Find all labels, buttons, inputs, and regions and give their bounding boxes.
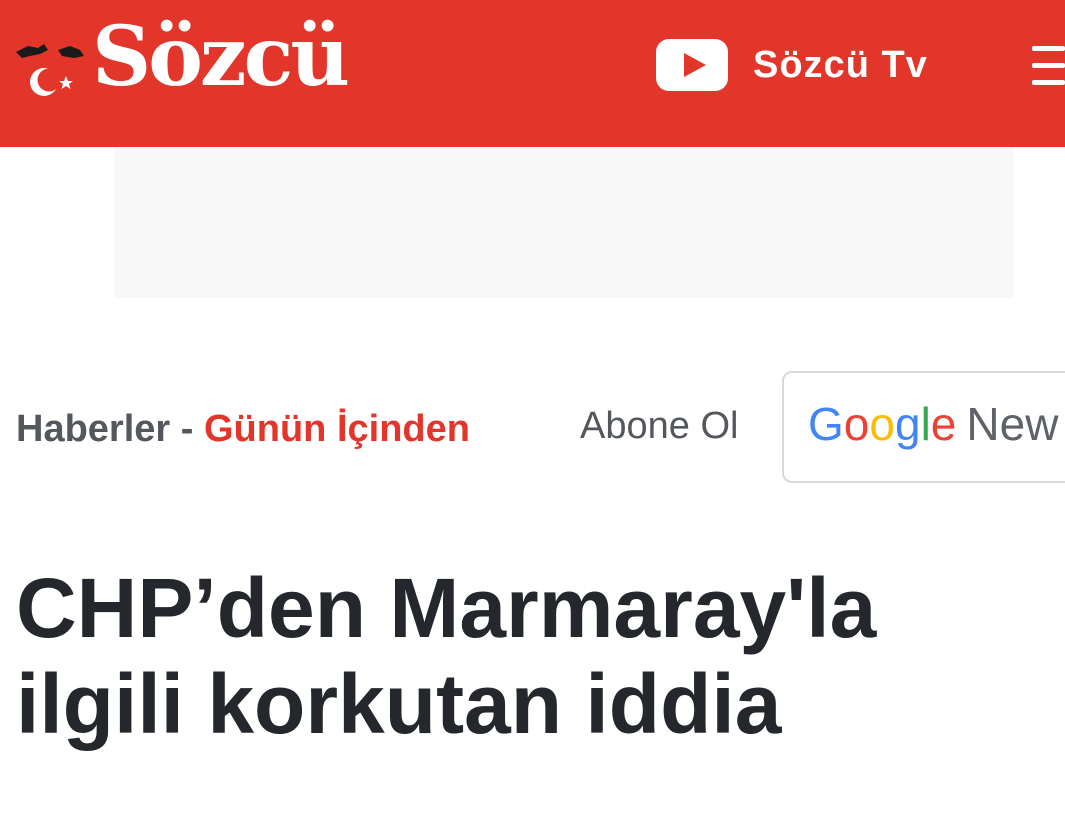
ad-placeholder	[114, 148, 1014, 298]
google-letter-e: e	[930, 398, 957, 450]
google-news-word: New	[966, 398, 1059, 450]
google-letter-l: l	[920, 398, 931, 450]
breadcrumb-section-link[interactable]: Günün İçinden	[204, 408, 470, 450]
youtube-play-icon	[656, 39, 728, 91]
google-letter-o1: o	[843, 398, 870, 450]
google-news-logo: Google New	[808, 401, 1058, 447]
sozcu-tv-link[interactable]: Sözcü Tv	[656, 38, 928, 92]
breadcrumb: Haberler - Günün İçinden	[16, 408, 470, 451]
subscribe-label: Abone Ol	[580, 405, 739, 447]
google-letter-g2: g	[894, 398, 921, 450]
menu-bar-middle	[1032, 63, 1065, 68]
menu-bar-bottom	[1032, 80, 1065, 85]
site-logo[interactable]: Sözcü	[14, 16, 374, 112]
sozcu-tv-label: Sözcü Tv	[753, 43, 928, 86]
hamburger-menu-icon[interactable]	[1032, 46, 1065, 86]
logo-wordmark: Sözcü	[92, 9, 350, 105]
article-title: CHP’den Marmaray'la ilgili korkutan iddi…	[16, 561, 877, 751]
breadcrumb-home-link[interactable]: Haberler	[16, 408, 170, 450]
google-letter-g: G	[808, 398, 844, 450]
site-header: Sözcü Sözcü Tv	[0, 0, 1065, 147]
google-news-button[interactable]: Google New	[782, 371, 1065, 483]
breadcrumb-separator: -	[170, 408, 204, 450]
sozcu-logo-icon	[16, 44, 84, 96]
google-letter-o2: o	[869, 398, 895, 450]
menu-bar-top	[1032, 46, 1065, 51]
